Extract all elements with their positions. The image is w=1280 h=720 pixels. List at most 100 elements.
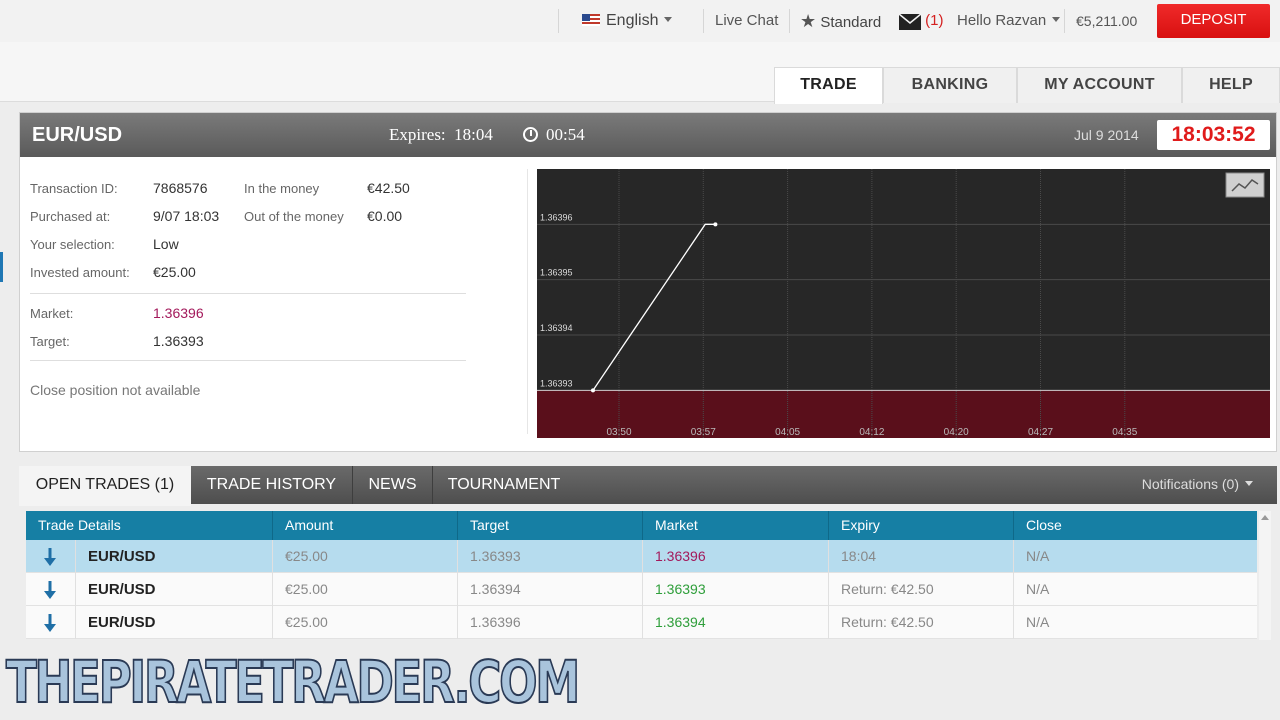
in-money-value: €42.50: [367, 180, 410, 196]
divider: [558, 9, 559, 33]
price-point: [591, 388, 595, 393]
table-row[interactable]: EUR/USD €25.00 1.36394 1.36393 Return: €42.5…: [26, 573, 1257, 606]
countdown-value: 00:54: [546, 125, 585, 144]
expires-time: 18:04: [454, 125, 493, 144]
target-label: Target:: [30, 334, 70, 349]
x-tick-label: 04:12: [859, 427, 884, 438]
account-type-label: Standard: [820, 14, 882, 31]
down-arrow-icon: [44, 581, 56, 599]
scroll-up-icon[interactable]: [1261, 515, 1269, 520]
cell-expiry: Return: €42.50: [829, 606, 1014, 639]
cell-close: N/A: [1026, 548, 1050, 564]
side-indicator: [0, 252, 3, 282]
tab-open-trades[interactable]: OPEN TRADES (1): [19, 466, 191, 506]
cell-symbol: EUR/USD: [76, 573, 273, 606]
chevron-down-icon: [1245, 481, 1253, 486]
notifications-label: Notifications (0): [1141, 476, 1239, 492]
top-bar: English Live Chat ★ Standard (1) Hello R…: [0, 0, 1280, 42]
divider: [527, 169, 528, 434]
account-type[interactable]: ★ Standard: [800, 0, 881, 42]
messages-button[interactable]: (1): [898, 0, 944, 42]
tab-trade-history[interactable]: TRADE HISTORY: [191, 466, 353, 504]
tab-help[interactable]: HELP: [1182, 67, 1280, 103]
cell-market: 1.36393: [643, 573, 829, 606]
x-tick-label: 04:05: [775, 427, 800, 438]
cell-target: 1.36396: [458, 606, 643, 639]
selection-value: Low: [153, 236, 179, 252]
x-tick-label: 03:50: [606, 427, 631, 438]
purchased-at: 9/07 18:03: [153, 208, 220, 224]
transaction-id-label: Transaction ID:: [30, 181, 118, 196]
messages-count: (1): [925, 12, 944, 29]
divider: [30, 360, 466, 361]
table-row[interactable]: EUR/USD €25.00 1.36396 1.36394 Return: €42.5…: [26, 606, 1257, 639]
live-chat-link[interactable]: Live Chat: [715, 0, 778, 42]
chevron-down-icon: [664, 17, 673, 22]
close-position-note: Close position not available: [30, 382, 201, 398]
x-tick-label: 03:57: [691, 427, 716, 438]
column-header: Target: [458, 511, 643, 540]
y-tick-label: 1.36394: [540, 323, 573, 333]
cell-expiry: Return: €42.50: [829, 573, 1014, 606]
down-arrow-icon: [44, 548, 56, 566]
chevron-down-icon: [1052, 17, 1061, 22]
column-header: Market: [643, 511, 829, 540]
out-money-value: €0.00: [367, 208, 403, 224]
cell-symbol: EUR/USD: [76, 606, 273, 639]
price-point: [713, 222, 718, 227]
tab-banking[interactable]: BANKING: [883, 67, 1017, 103]
in-money-label: In the money: [244, 181, 320, 196]
invested-label: Invested amount:: [30, 265, 130, 280]
cell-market: 1.36396: [643, 540, 829, 573]
tab-news[interactable]: NEWS: [353, 466, 433, 504]
us-flag-icon: [582, 14, 600, 26]
column-header: Close: [1026, 517, 1062, 533]
cell-target: 1.36394: [458, 573, 643, 606]
below-target-zone: [537, 390, 1270, 438]
divider: [30, 293, 466, 294]
cell-market: 1.36394: [643, 606, 829, 639]
current-time: 18:03:52: [1157, 120, 1270, 150]
expiry-info: Expires: 18:04: [389, 113, 493, 157]
cell-symbol: EUR/USD: [76, 540, 273, 573]
column-header: Expiry: [829, 511, 1014, 540]
x-tick-label: 04:20: [944, 427, 969, 438]
y-tick-label: 1.36395: [540, 268, 573, 278]
cell-amount: €25.00: [273, 573, 458, 606]
y-tick-label: 1.36396: [540, 212, 573, 222]
balance: €5,211.00: [1076, 13, 1138, 29]
tab-trade[interactable]: TRADE: [774, 67, 883, 104]
current-date: Jul 9 2014: [1074, 127, 1139, 143]
bottom-tabs: OPEN TRADES (1) TRADE HISTORY NEWS TOURN…: [19, 466, 1277, 506]
watermark-logo: THEPIRATETRADER.COM: [5, 647, 581, 717]
divider: [703, 9, 704, 33]
table-row[interactable]: EUR/USD €25.00 1.36393 1.36396 18:04 N/A: [26, 540, 1257, 573]
selection-label: Your selection:: [30, 237, 115, 252]
target-value: 1.36393: [153, 333, 204, 349]
envelope-icon: [898, 13, 922, 30]
column-header: Amount: [273, 511, 458, 540]
transaction-id: 7868576: [153, 180, 208, 196]
user-menu[interactable]: Hello Razvan: [957, 0, 1061, 42]
deposit-button[interactable]: DEPOSIT: [1157, 4, 1270, 38]
purchased-at-label: Purchased at:: [30, 209, 111, 224]
market-value: 1.36396: [153, 305, 204, 321]
tab-my-account[interactable]: MY ACCOUNT: [1017, 67, 1182, 103]
price-chart: 1.36393 1.36394 1.36395 1.36396 03:50 03:57 04…: [537, 169, 1270, 438]
market-label: Market:: [30, 306, 74, 321]
down-arrow-icon: [44, 614, 56, 632]
countdown: 00:54: [523, 113, 585, 157]
trade-panel: EUR/USD Expires: 18:04 00:54 Jul 9 2014 …: [19, 112, 1277, 452]
timer-icon: [523, 127, 538, 142]
out-money-label: Out of the money: [244, 209, 344, 224]
table-scrollbar[interactable]: [1259, 511, 1271, 640]
greeting: Hello Razvan: [957, 12, 1047, 29]
y-tick-label: 1.36393: [540, 378, 573, 388]
tab-tournament[interactable]: TOURNAMENT: [433, 466, 575, 504]
trade-panel-header: EUR/USD Expires: 18:04 00:54 Jul 9 2014 …: [20, 113, 1276, 157]
star-icon: ★: [800, 11, 817, 31]
x-tick-label: 04:35: [1112, 427, 1137, 438]
cell-expiry: 18:04: [829, 540, 1014, 573]
notifications-dropdown[interactable]: Notifications (0): [1142, 466, 1253, 502]
language-selector[interactable]: English: [582, 0, 673, 42]
